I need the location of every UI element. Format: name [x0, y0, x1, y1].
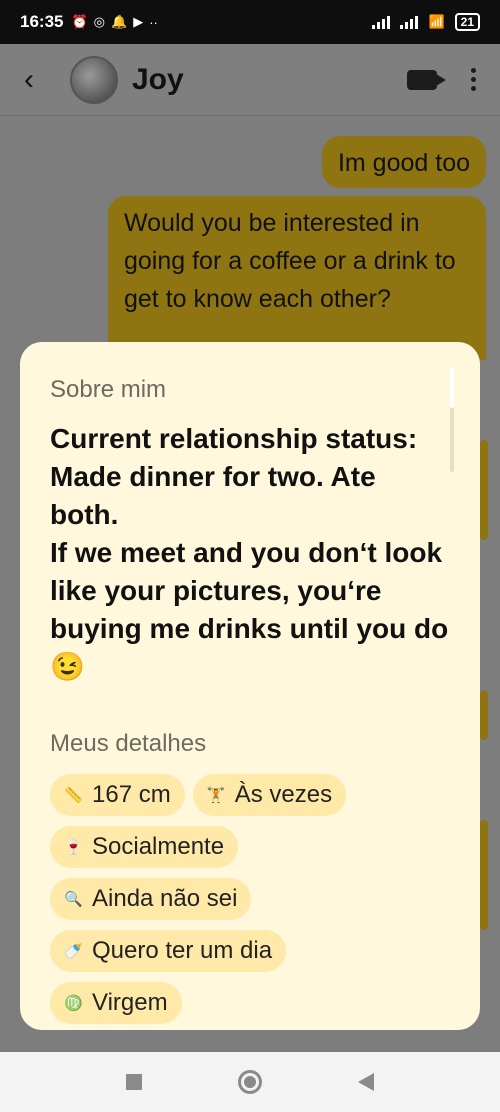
chip-label: Virgem: [92, 989, 168, 1016]
chip-label: Às vezes: [234, 781, 333, 808]
magnifier-icon: 🔍: [64, 891, 83, 908]
more-options-icon[interactable]: [471, 68, 476, 91]
details-chips: 📏 167 cm 🏋 Às vezes 🍷 Socialmente 🔍 Aind…: [50, 774, 390, 1024]
status-bar: 16:35 ⏰ ◎ 🔔 ▶ ·· 📶 21: [0, 0, 500, 44]
detail-chip-zodiac: ♍ Virgem: [50, 982, 182, 1024]
chat-header: ‹ Joy: [0, 44, 500, 116]
more-notifications-icon: ··: [149, 14, 158, 30]
wifi-icon: 📶: [428, 14, 445, 29]
signal-icon: [372, 15, 391, 29]
chip-label: 167 cm: [92, 781, 171, 808]
baby-bottle-icon: 🍼: [64, 943, 83, 960]
wine-glass-icon: 🍷: [64, 839, 83, 856]
avatar[interactable]: [70, 55, 118, 104]
recents-button[interactable]: [126, 1074, 142, 1090]
detail-chip-looking-for: 🔍 Ainda não sei: [50, 878, 252, 920]
back-arrow-icon[interactable]: ‹: [24, 63, 54, 97]
video-call-icon[interactable]: [407, 69, 446, 90]
bio-text: Current relationship status: Made dinner…: [50, 423, 449, 682]
detail-chip-exercise: 🏋 Às vezes: [192, 774, 347, 816]
message-bubble-outgoing: Im good too: [321, 136, 486, 188]
chip-label: Socialmente: [92, 833, 225, 860]
alarm-icon: ⏰: [71, 14, 88, 29]
back-button[interactable]: [358, 1073, 374, 1091]
home-button[interactable]: [238, 1070, 262, 1094]
status-time: 16:35: [20, 12, 64, 31]
about-section-label: Sobre mim: [50, 376, 167, 403]
ruler-icon: 📏: [64, 787, 83, 804]
whatsapp-icon: ◎: [93, 14, 106, 29]
message-bubble-edge: [480, 690, 488, 740]
message-bubble-edge: [480, 440, 488, 540]
detail-chip-kids: 🍼 Quero ter um dia: [50, 930, 287, 972]
scrollbar[interactable]: [450, 368, 454, 472]
profile-sheet[interactable]: Sobre mim Current relationship status: M…: [20, 342, 480, 1030]
battery-icon: 21: [454, 13, 480, 31]
dumbbell-icon: 🏋: [206, 787, 226, 804]
notification-bell-icon: 🔔: [111, 14, 128, 29]
message-bubble-outgoing: Would you be interested in going for a c…: [108, 196, 486, 360]
message-bubble-edge: [480, 820, 488, 930]
system-navigation-bar: [0, 1052, 500, 1112]
detail-chip-height: 📏 167 cm: [50, 774, 185, 816]
details-section-label: Meus detalhes: [50, 730, 207, 757]
youtube-icon: ▶: [133, 14, 144, 29]
signal-2-icon: [400, 15, 419, 29]
zodiac-icon: ♍: [64, 995, 83, 1012]
chip-label: Quero ter um dia: [92, 937, 273, 964]
chip-label: Ainda não sei: [92, 885, 238, 912]
detail-chip-drinking: 🍷 Socialmente: [50, 826, 239, 868]
contact-name[interactable]: Joy: [132, 63, 184, 97]
